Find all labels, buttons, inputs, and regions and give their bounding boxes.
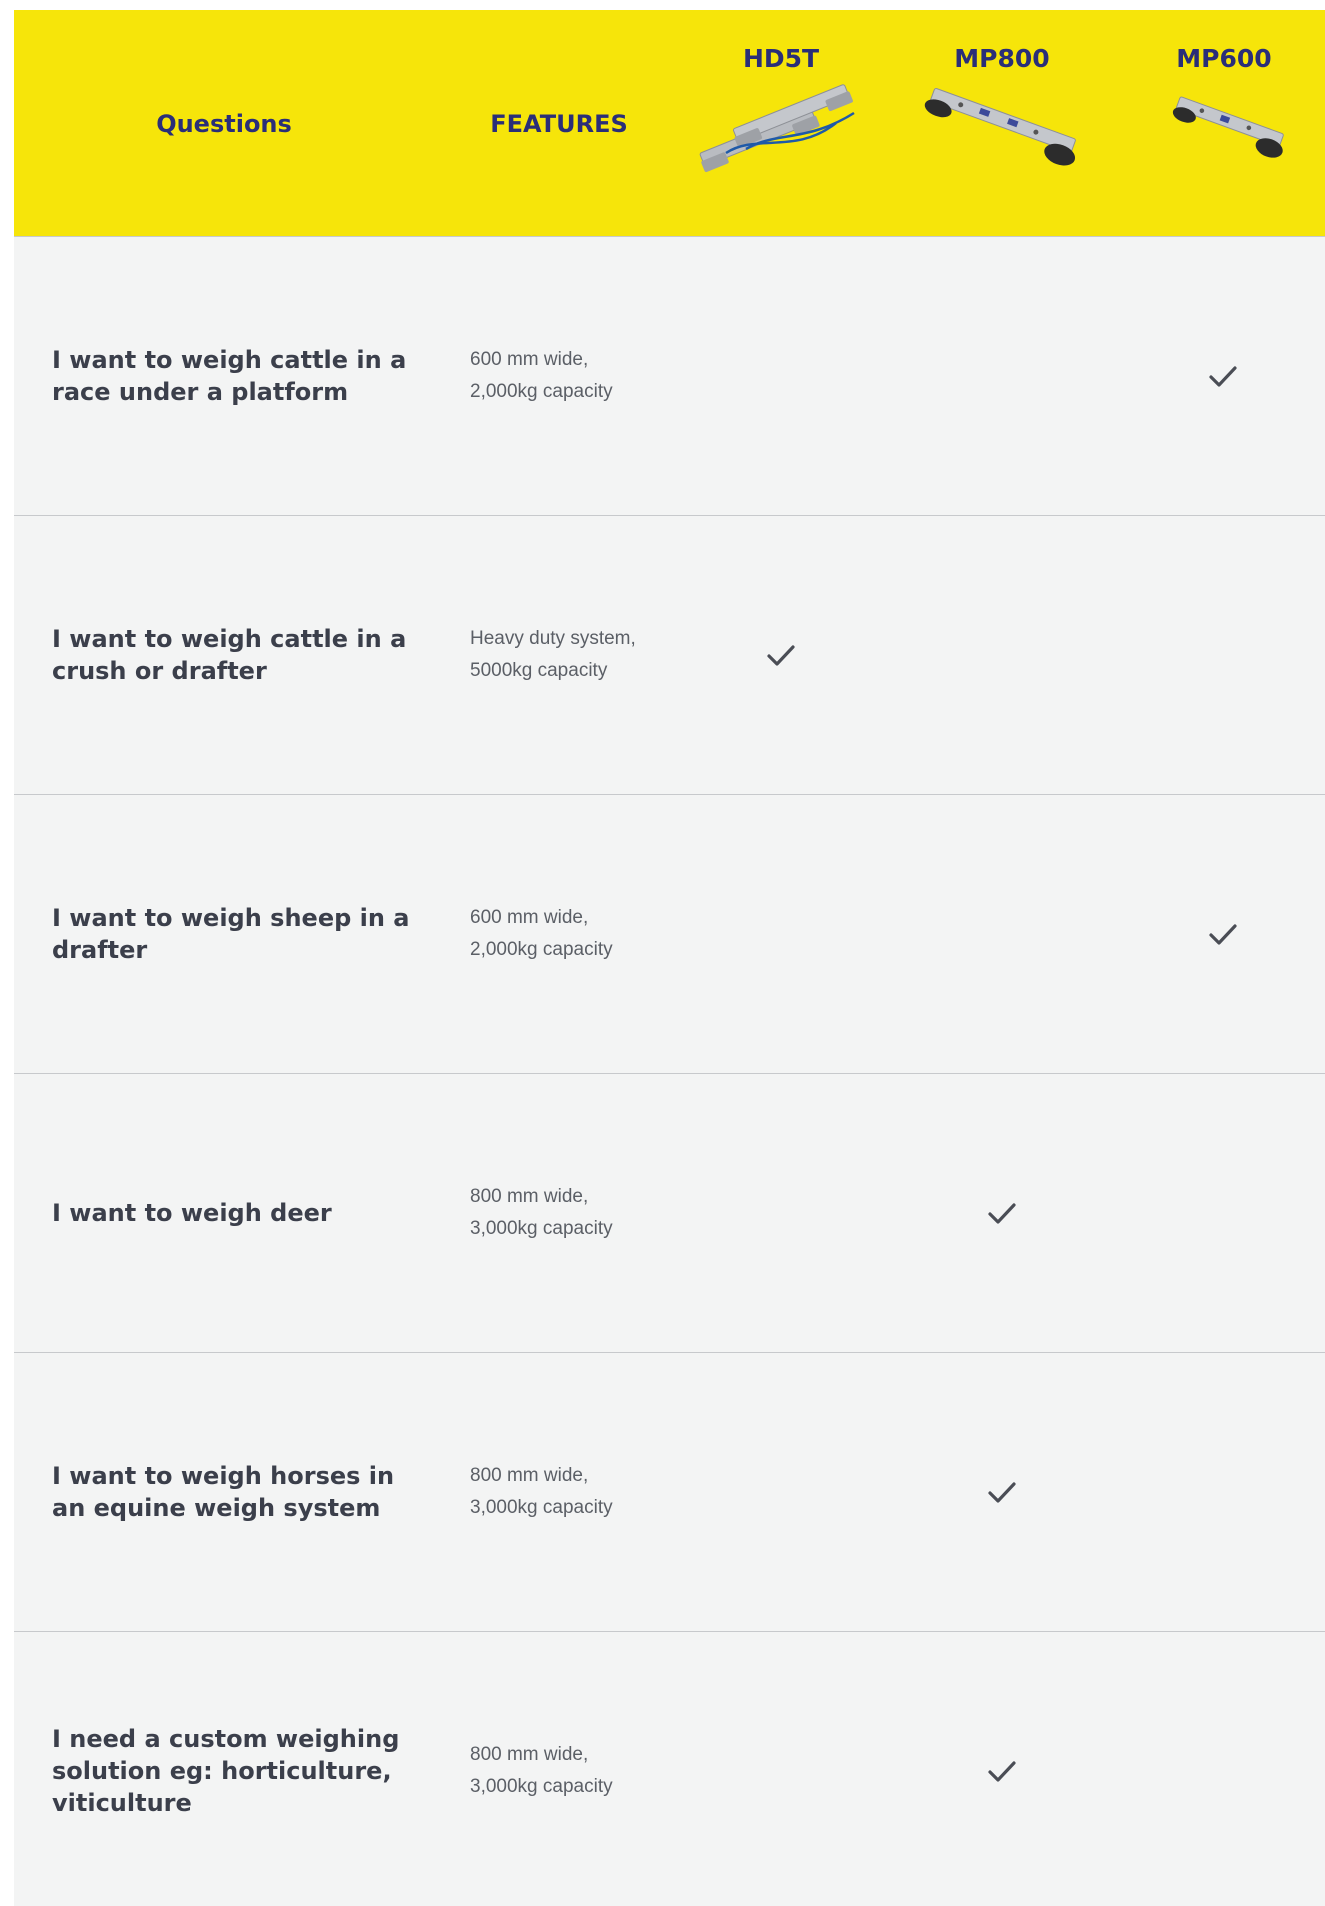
questions-header: Questions — [156, 110, 292, 138]
product-hd5t: HD5T — [671, 44, 891, 173]
features-text: 600 mm wide, 2,000kg capacity — [470, 907, 613, 960]
product-name-hd5t: HD5T — [742, 44, 820, 73]
table-row: I need a custom weighing solution eg: ho… — [14, 1631, 1325, 1906]
table-row: I want to weigh cattle in a race under a… — [14, 236, 1325, 515]
features-text: 800 mm wide, 3,000kg capacity — [470, 1465, 613, 1518]
table-row: I want to weigh deer 800 mm wide, 3,000k… — [14, 1073, 1325, 1352]
table-row: I want to weigh cattle in a crush or dra… — [14, 515, 1325, 794]
mp600-product-image — [1172, 96, 1284, 158]
checkmark-icon — [1209, 366, 1237, 387]
table-header: Questions FEATURES HD5T MP800 MP600 — [14, 10, 1325, 236]
features-text: 600 mm wide, 2,000kg capacity — [470, 349, 613, 402]
checkmark-icon — [988, 1761, 1016, 1782]
question-text: I want to weigh cattle in a race under a… — [52, 346, 407, 406]
table-row: I want to weigh horses in an equine weig… — [14, 1352, 1325, 1631]
product-mp800: MP800 — [892, 44, 1112, 173]
question-text: I want to weigh deer — [52, 1199, 332, 1227]
features-text: Heavy duty system, 5000kg capacity — [470, 628, 636, 681]
mp800-product-image — [924, 88, 1076, 166]
features-header: FEATURES — [490, 110, 628, 138]
checkmark-icon — [988, 1203, 1016, 1224]
question-text: I want to weigh cattle in a crush or dra… — [52, 625, 407, 685]
checkmark-icon — [767, 645, 795, 666]
table-row: I want to weigh sheep in a drafter 600 m… — [14, 794, 1325, 1073]
features-text: 800 mm wide, 3,000kg capacity — [470, 1744, 613, 1797]
question-text: I need a custom weighing solution eg: ho… — [52, 1725, 400, 1817]
product-mp600: MP600 — [1114, 44, 1325, 173]
question-text: I want to weigh horses in an equine weig… — [52, 1462, 395, 1522]
hd5t-product-image — [699, 84, 855, 173]
product-name-mp800: MP800 — [954, 44, 1050, 73]
checkmark-icon — [988, 1482, 1016, 1503]
checkmark-icon — [1209, 924, 1237, 945]
features-text: 800 mm wide, 3,000kg capacity — [470, 1186, 613, 1239]
product-name-mp600: MP600 — [1176, 44, 1272, 73]
question-text: I want to weigh sheep in a drafter — [52, 904, 410, 964]
comparison-table: Questions FEATURES HD5T MP800 MP600 I wa… — [14, 10, 1325, 1906]
